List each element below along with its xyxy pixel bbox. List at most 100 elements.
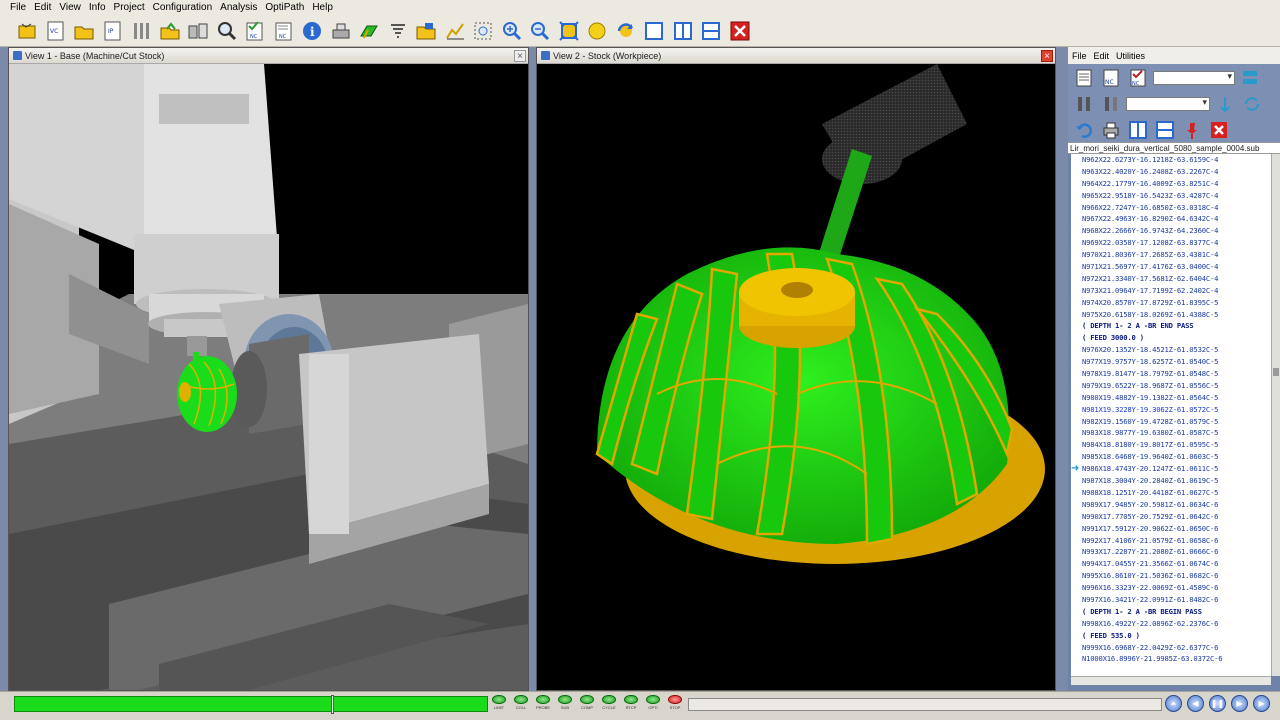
view-1-canvas[interactable]: [9, 64, 528, 690]
nc-code-line[interactable]: N962X22.6273Y-16.1218Z-63.6159C-4: [1071, 154, 1271, 166]
nc-code-line[interactable]: N998X16.4922Y-22.0896Z-62.2376C-6: [1071, 618, 1271, 630]
nc-undo-icon[interactable]: [1072, 119, 1096, 141]
nc-horizontal-split-icon[interactable]: [1153, 119, 1177, 141]
status-led[interactable]: CYCLE: [600, 695, 618, 717]
nc-code-line[interactable]: N996X16.3323Y-22.0069Z-61.4589C-6: [1071, 582, 1271, 594]
nc-menu-utilities[interactable]: Utilities: [1116, 51, 1145, 61]
machine-icon[interactable]: [185, 18, 211, 44]
view-2-canvas[interactable]: [537, 64, 1055, 690]
status-led[interactable]: STOP: [666, 695, 684, 717]
nc-code-line[interactable]: N990X17.7705Y-20.7529Z-61.0642C-6: [1071, 511, 1271, 523]
nc-tool-list-icon[interactable]: [1099, 93, 1123, 115]
nc-program-select[interactable]: [1153, 71, 1235, 85]
nc-code-line[interactable]: N971X21.5697Y-17.4176Z-63.0400C-4: [1071, 261, 1271, 273]
zoom-icon[interactable]: [214, 18, 240, 44]
menu-project[interactable]: Project: [110, 0, 149, 15]
nc-code-line[interactable]: N980X19.4882Y-19.1382Z-61.0564C-5: [1071, 392, 1271, 404]
play-icon[interactable]: ▶: [1253, 695, 1270, 712]
pause-icon[interactable]: ❚❚: [1209, 695, 1226, 712]
status-led[interactable]: LIMIT: [490, 695, 508, 717]
nc-pin-icon[interactable]: [1180, 119, 1204, 141]
sphere-icon[interactable]: [584, 18, 610, 44]
nc-code-line[interactable]: N988X18.1251Y-20.4418Z-61.0627C-5: [1071, 487, 1271, 499]
progress-knob[interactable]: [331, 695, 335, 714]
chart-icon[interactable]: [442, 18, 468, 44]
nc-code-line[interactable]: N967X22.4963Y-16.8290Z-64.6342C-4: [1071, 213, 1271, 225]
nc-comment-line[interactable]: ( FEED 535.0 ): [1071, 630, 1271, 642]
nc-code-line[interactable]: N963X22.4020Y-16.2408Z-63.2267C-4: [1071, 166, 1271, 178]
nc-check-icon[interactable]: NC: [1126, 67, 1150, 89]
simulation-progress-bar[interactable]: [14, 695, 488, 714]
speed-slider[interactable]: [688, 698, 1162, 711]
nc-code-line[interactable]: N968X22.2666Y-16.9743Z-64.2360C-4: [1071, 225, 1271, 237]
nc-menu-edit[interactable]: Edit: [1094, 51, 1110, 61]
new-icon[interactable]: [14, 18, 40, 44]
nc-layout-icon[interactable]: [1238, 67, 1262, 89]
nc-code-line[interactable]: N966X22.7247Y-16.6850Z-63.0318C-4: [1071, 202, 1271, 214]
nc-comment-line[interactable]: ( FEED 3000.0 ): [1071, 332, 1271, 344]
menu-help[interactable]: Help: [308, 0, 337, 15]
status-led[interactable]: PROBE: [534, 695, 552, 717]
horizontal-split-icon[interactable]: [698, 18, 724, 44]
zoom-out-icon[interactable]: [527, 18, 553, 44]
nc-sort-icon[interactable]: [1213, 93, 1237, 115]
fixture-icon[interactable]: [328, 18, 354, 44]
nc-tool-icon[interactable]: [1072, 93, 1096, 115]
nc-code-line[interactable]: N964X22.1779Y-16.4009Z-63.8251C-4: [1071, 178, 1271, 190]
nc-print-icon[interactable]: [1099, 119, 1123, 141]
nc-file-icon[interactable]: NC: [1099, 67, 1123, 89]
nc-vertical-scrollbar[interactable]: [1271, 154, 1280, 676]
tool-icon[interactable]: [385, 18, 411, 44]
open-project-icon[interactable]: [157, 18, 183, 44]
nc-code-line[interactable]: N977X19.9757Y-18.6257Z-61.0540C-5: [1071, 356, 1271, 368]
zoom-in-icon[interactable]: [499, 18, 525, 44]
menu-view[interactable]: View: [55, 0, 85, 15]
nc-code-line[interactable]: N978X19.8147Y-18.7979Z-61.0548C-5: [1071, 368, 1271, 380]
nc-vertical-split-icon[interactable]: [1126, 119, 1150, 141]
nc-code-line[interactable]: N982X19.1560Y-19.4728Z-61.0579C-5: [1071, 416, 1271, 428]
nc-file-icon[interactable]: NC: [271, 18, 297, 44]
view-1-close-button[interactable]: ×: [514, 49, 526, 62]
rotate-icon[interactable]: [613, 18, 639, 44]
nc-code-line[interactable]: N965X22.9518Y-16.5423Z-63.4287C-4: [1071, 190, 1271, 202]
nc-code-line[interactable]: N995X16.8610Y-21.5036Z-61.0682C-6: [1071, 570, 1271, 582]
close-icon[interactable]: [727, 18, 753, 44]
menu-optipath[interactable]: OptiPath: [261, 0, 308, 15]
setup-icon[interactable]: [128, 18, 154, 44]
menu-file[interactable]: File: [6, 0, 30, 15]
view-1-machine[interactable]: View 1 - Base (Machine/Cut Stock) ×: [8, 47, 529, 691]
nc-tool-select[interactable]: [1126, 97, 1210, 111]
nc-program-listing[interactable]: N962X22.6273Y-16.1218Z-63.6159C-4 N963X22…: [1071, 154, 1271, 676]
nc-code-line[interactable]: N993X17.2287Y-21.2080Z-61.0666C-6: [1071, 546, 1271, 558]
view-2-close-button[interactable]: ×: [1041, 49, 1053, 62]
menu-edit[interactable]: Edit: [30, 0, 55, 15]
nc-code-line[interactable]: N986X18.4743Y-20.1247Z-61.0611C-5: [1071, 463, 1271, 475]
nc-code-line[interactable]: N973X21.0964Y-17.7199Z-62.2402C-4: [1071, 285, 1271, 297]
menu-info[interactable]: Info: [85, 0, 110, 15]
nc-sync-icon[interactable]: [1240, 93, 1264, 115]
nc-close-icon[interactable]: [1207, 119, 1231, 141]
stock-icon[interactable]: [356, 18, 382, 44]
nc-code-line[interactable]: N979X19.6522Y-18.9687Z-61.0556C-5: [1071, 380, 1271, 392]
nc-code-line[interactable]: N984X18.8180Y-19.8017Z-61.0595C-5: [1071, 439, 1271, 451]
status-led[interactable]: COMP: [578, 695, 596, 717]
nc-comment-line[interactable]: ( DEPTH 1- 2 A -BR END PASS: [1071, 320, 1271, 332]
nc-code-line[interactable]: N989X17.9485Y-20.5981Z-61.0634C-6: [1071, 499, 1271, 511]
info-icon[interactable]: i: [299, 18, 325, 44]
nc-code-line[interactable]: N991X17.5912Y-20.9062Z-61.0650C-6: [1071, 523, 1271, 535]
view-2-workpiece[interactable]: View 2 - Stock (Workpiece) ×: [536, 47, 1056, 691]
nc-horizontal-scrollbar[interactable]: [1071, 676, 1271, 685]
nc-code-line[interactable]: N985X18.6468Y-19.9640Z-61.0603C-5: [1071, 451, 1271, 463]
nc-code-line[interactable]: N976X20.1352Y-18.4521Z-61.0532C-5: [1071, 344, 1271, 356]
status-led[interactable]: SUB: [556, 695, 574, 717]
status-led[interactable]: OPTI: [644, 695, 662, 717]
menu-analysis[interactable]: Analysis: [216, 0, 261, 15]
nc-code-line[interactable]: N997X16.3421Y-22.0991Z-61.8482C-6: [1071, 594, 1271, 606]
nc-code-line[interactable]: N1000X16.8996Y-21.9985Z-63.0372C-6: [1071, 653, 1271, 665]
step-forward-icon[interactable]: ▶: [1231, 695, 1248, 712]
nc-menu-file[interactable]: File: [1072, 51, 1087, 61]
nc-scroll-thumb[interactable]: [1273, 368, 1279, 376]
nc-code-line[interactable]: N981X19.3228Y-19.3062Z-61.0572C-5: [1071, 404, 1271, 416]
nc-code-line[interactable]: N970X21.8036Y-17.2685Z-63.4381C-4: [1071, 249, 1271, 261]
open-folder-icon[interactable]: [71, 18, 97, 44]
